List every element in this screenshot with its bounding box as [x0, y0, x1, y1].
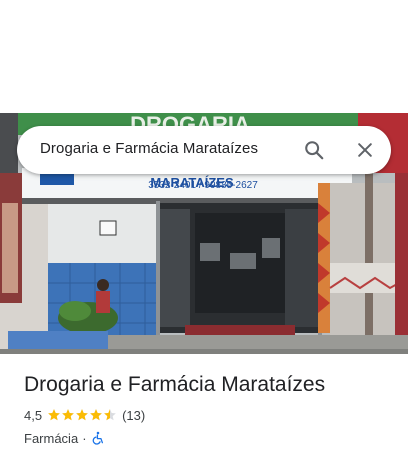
rating-value: 4,5 — [24, 407, 43, 423]
category-row: Farmácia · — [24, 430, 394, 446]
search-icon — [305, 141, 324, 160]
star-icon — [62, 409, 74, 421]
place-title[interactable]: Drogaria e Farmácia Marataízes — [24, 372, 394, 398]
close-icon — [358, 143, 372, 157]
wheelchair-accessible-icon[interactable] — [91, 431, 105, 445]
place-info: Drogaria e Farmácia Marataízes 4,5 (13) … — [24, 372, 394, 446]
star-icon — [48, 409, 60, 421]
star-icon — [104, 409, 116, 421]
review-count[interactable]: (13) — [122, 408, 145, 423]
place-category: Farmácia — [24, 430, 79, 446]
search-bar[interactable]: Drogaria e Farmácia Marataízes — [17, 126, 391, 174]
close-button[interactable] — [349, 134, 381, 166]
store-phones: 3532-2401 / 99885-2627 — [148, 180, 258, 191]
star-rating — [47, 408, 117, 422]
star-icon — [76, 409, 88, 421]
star-icon — [90, 409, 102, 421]
search-input[interactable]: Drogaria e Farmácia Marataízes — [40, 140, 258, 157]
separator-dot: · — [82, 430, 87, 446]
search-button[interactable] — [298, 134, 330, 166]
rating-row[interactable]: 4,5 (13) — [24, 407, 394, 423]
